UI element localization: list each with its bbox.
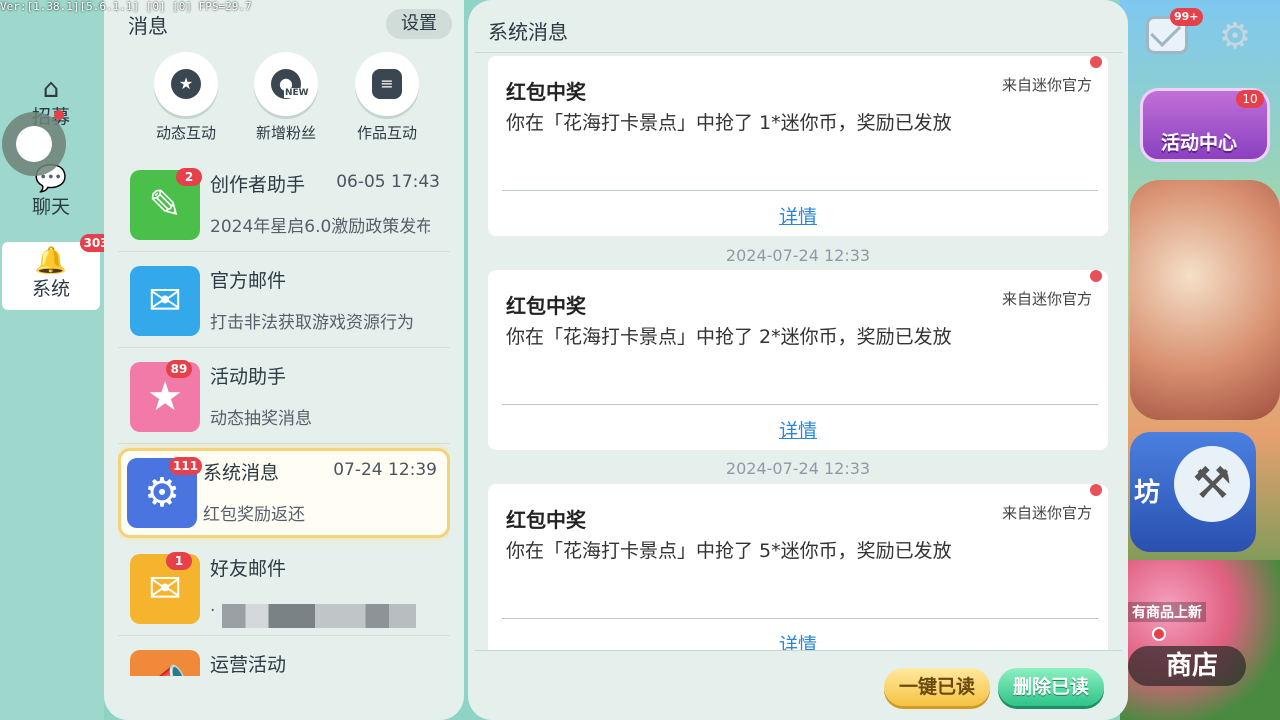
divider — [502, 190, 1098, 191]
settings-button[interactable]: 设置 — [386, 9, 452, 39]
home-icon: ⌂ — [42, 74, 60, 104]
message-timestamp: 2024-07-24 12:33 — [725, 459, 871, 478]
nav-item-system[interactable]: 🔔 系统 — [2, 242, 100, 310]
conversation-item-selected[interactable]: ⚙ 111 系统消息 07-24 12:39 红包奖励返还 — [118, 448, 450, 538]
star-chat-icon: ★ — [171, 69, 201, 99]
megaphone-icon: 📣 — [130, 650, 200, 676]
unread-badge: 111 — [169, 457, 203, 475]
conversation-name: 活动助手 — [210, 366, 287, 388]
conversation-name: 运营活动 — [210, 654, 287, 676]
mail-icon: ✉ — [130, 266, 200, 336]
panel-title: 消息 — [128, 14, 168, 38]
pickaxe-icon: ⚒ — [1174, 446, 1250, 522]
activity-center-badge: 10 — [1236, 90, 1264, 108]
card-source: 来自迷你官方 — [1001, 504, 1092, 522]
details-link[interactable]: 详情 — [488, 202, 1108, 229]
unread-badge: 1 — [166, 552, 192, 570]
conversation-item[interactable]: ★ 89 活动助手 动态抽奖消息 — [118, 352, 450, 444]
conversation-time: 06-05 17:43 — [336, 172, 440, 192]
card-title: 红包中奖 — [506, 508, 586, 532]
conversation-name: 创作者助手 — [210, 174, 306, 196]
conversation-preview: 红包奖励返还 — [203, 505, 305, 525]
detail-title: 系统消息 — [488, 20, 568, 44]
shop-notification-dot — [1152, 627, 1166, 641]
workshop-label: 坊 — [1134, 478, 1161, 508]
unread-badge: 89 — [166, 360, 192, 378]
message-timestamp: 2024-07-24 12:33 — [725, 246, 871, 265]
quick-label: 作品互动 — [356, 124, 417, 142]
divider — [474, 650, 1122, 651]
unread-dot — [1090, 56, 1102, 68]
message-card: 红包中奖 来自迷你官方 你在「花海打卡景点」中抢了 2*迷你币，奖励已发放 详情 — [488, 270, 1108, 450]
card-body: 你在「花海打卡景点」中抢了 1*迷你币，奖励已发放 — [506, 112, 952, 134]
activity-center-label: 活动中心 — [1161, 132, 1238, 154]
unread-dot — [1090, 270, 1102, 282]
details-link[interactable]: 详情 — [488, 416, 1108, 443]
shop-button[interactable]: 商店 — [1128, 646, 1246, 686]
message-list-panel: 消息 设置 ★ 动态互动 ● NEW 新增粉丝 ≡ 作品互动 ✎ 2 创作者助手 … — [104, 0, 464, 720]
quick-label: 新增粉丝 — [255, 124, 316, 142]
conversation-time: 07-24 12:39 — [333, 460, 437, 480]
conversation-preview: 动态抽奖消息 — [210, 409, 312, 429]
divider — [118, 443, 450, 444]
card-title: 红包中奖 — [506, 294, 586, 318]
flower-scenery — [1120, 560, 1280, 720]
list-icon: ≡ — [372, 69, 402, 99]
divider — [502, 618, 1098, 619]
message-card: 红包中奖 来自迷你官方 你在「花海打卡景点」中抢了 5*迷你币，奖励已发放 详情 — [488, 484, 1108, 650]
quick-new-fans[interactable]: ● NEW 新增粉丝 — [236, 52, 336, 143]
message-card-list[interactable]: 红包中奖 来自迷你官方 你在「花海打卡景点」中抢了 1*迷你币，奖励已发放 详情… — [488, 52, 1108, 650]
quick-label: 动态互动 — [155, 124, 216, 142]
conversation-item[interactable]: ✉ 1 好友邮件 . — [118, 544, 450, 636]
left-nav: ⌂ 招募 💬 聊天 🔔 系统 303 — [0, 0, 112, 720]
message-card: 红包中奖 来自迷你官方 你在「花海打卡景点」中抢了 1*迷你币，奖励已发放 详情 — [488, 56, 1108, 236]
game-character-art — [1130, 180, 1280, 420]
mark-all-read-button[interactable]: 一键已读 — [884, 668, 990, 706]
conversation-name: 系统消息 — [203, 462, 280, 484]
card-title: 红包中奖 — [506, 80, 586, 104]
delete-read-button[interactable]: 删除已读 — [998, 668, 1104, 706]
conversation-item[interactable]: 📣 运营活动 — [118, 640, 450, 676]
unread-dot — [1090, 484, 1102, 496]
conversation-preview: 打击非法获取游戏资源行为 — [210, 313, 414, 333]
new-tag: NEW — [284, 88, 310, 98]
conversation-item[interactable]: ✎ 2 创作者助手 06-05 17:43 2024年星启6.0激励政策发布 — [118, 160, 450, 252]
details-link[interactable]: 详情 — [488, 630, 1108, 650]
divider — [118, 251, 450, 252]
quick-dynamic-interaction[interactable]: ★ 动态互动 — [136, 52, 236, 143]
divider — [502, 404, 1098, 405]
quick-works-interaction[interactable]: ≡ 作品互动 — [337, 52, 437, 143]
card-source: 来自迷你官方 — [1001, 76, 1092, 94]
floating-assist-ball[interactable] — [2, 112, 66, 176]
conversation-preview: . — [210, 596, 216, 616]
conversation-name: 好友邮件 — [210, 558, 287, 580]
conversation-name: 官方邮件 — [210, 270, 287, 292]
card-source: 来自迷你官方 — [1001, 290, 1092, 308]
recruit-notification-dot — [54, 110, 64, 120]
divider — [118, 347, 450, 348]
conversation-preview: 2024年星启6.0激励政策发布 — [210, 217, 430, 237]
conversation-item[interactable]: ✉ 官方邮件 打击非法获取游戏资源行为 — [118, 256, 450, 348]
redacted-preview — [222, 604, 416, 628]
mailbox-badge: 99+ — [1170, 8, 1203, 26]
nav-label-chat: 聊天 — [31, 196, 70, 218]
settings-gear-icon[interactable]: ⚙ — [1216, 18, 1254, 56]
card-body: 你在「花海打卡景点」中抢了 2*迷你币，奖励已发放 — [506, 326, 952, 348]
new-goods-label: 有商品上新 — [1128, 602, 1206, 622]
divider — [118, 635, 450, 636]
debug-overlay: Ver:[1.38.1][5.6.1.1] [0] [0] FPS=29.7 — [0, 0, 252, 13]
nav-label-system: 系统 — [31, 278, 70, 300]
unread-badge: 2 — [176, 168, 202, 186]
workshop-button[interactable]: 坊 ⚒ — [1130, 432, 1256, 552]
system-message-detail-panel: 系统消息 红包中奖 来自迷你官方 你在「花海打卡景点」中抢了 1*迷你币，奖励已… — [468, 0, 1128, 720]
conversation-list[interactable]: ✎ 2 创作者助手 06-05 17:43 2024年星启6.0激励政策发布 ✉… — [118, 160, 450, 676]
card-body: 你在「花海打卡景点」中抢了 5*迷你币，奖励已发放 — [506, 540, 952, 562]
